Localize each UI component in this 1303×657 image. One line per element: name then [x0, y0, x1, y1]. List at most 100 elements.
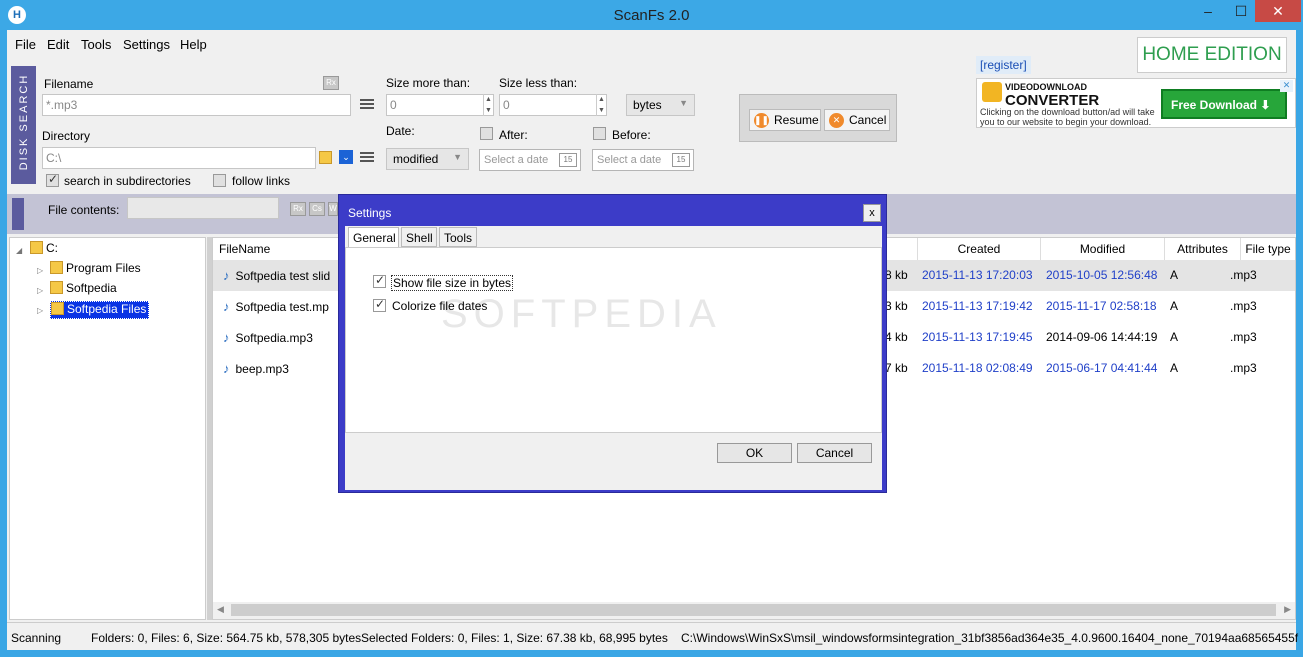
browse-folder-icon[interactable] — [319, 151, 332, 164]
menu-edit[interactable]: Edit — [47, 37, 69, 52]
filename-history-icon[interactable] — [360, 97, 374, 113]
filetype-cell: .mp3 — [1230, 361, 1257, 375]
menu-settings[interactable]: Settings — [123, 37, 170, 52]
filename-regex-button[interactable]: Rx — [323, 76, 339, 90]
calendar-icon[interactable]: 15 — [672, 153, 690, 167]
column-header-filename[interactable]: FileName — [213, 238, 343, 260]
ad-banner[interactable]: VIDEODOWNLOAD CONVERTER Clicking on the d… — [976, 78, 1296, 128]
register-link[interactable]: [register] — [976, 56, 1031, 74]
before-checkbox[interactable] — [593, 127, 606, 140]
calendar-icon[interactable]: 15 — [559, 153, 577, 167]
column-header-filetype[interactable]: File type — [1241, 238, 1295, 260]
filename-input[interactable]: *.mp3 — [42, 94, 351, 116]
scroll-left-icon[interactable]: ◀ — [217, 604, 224, 615]
filename-cell: ♪ Softpedia.mp3 — [223, 330, 313, 345]
minimize-button[interactable]: – — [1193, 0, 1223, 22]
horizontal-scrollbar[interactable]: ◀ ▶ — [213, 602, 1295, 619]
column-header-attributes[interactable]: Attributes — [1165, 238, 1241, 260]
expand-icon[interactable]: ▷ — [37, 286, 43, 295]
tab-tools[interactable]: Tools — [439, 227, 477, 247]
tree-item-label: Softpedia — [66, 281, 117, 295]
tree-item-softpedia-files[interactable]: Softpedia Files — [50, 301, 150, 319]
size-more-input[interactable]: 0 — [386, 94, 494, 116]
maximize-button[interactable]: ☐ — [1226, 0, 1256, 22]
contents-case-button[interactable]: Cs — [309, 202, 325, 216]
audio-file-icon: ♪ — [223, 330, 230, 345]
resume-label: Resume — [774, 113, 819, 127]
date-label: Date: — [386, 124, 415, 138]
cancel-search-button[interactable]: ✕ Cancel — [824, 109, 890, 131]
expand-icon[interactable]: ▷ — [37, 306, 43, 315]
filename-cell: ♪ beep.mp3 — [223, 361, 289, 376]
menu-tools[interactable]: Tools — [81, 37, 111, 52]
resume-button[interactable]: ❚❚ Resume — [749, 109, 821, 131]
settings-dialog: Settings x General Shell Tools SOFTPEDIA… — [338, 194, 887, 493]
contents-word-button[interactable]: W — [328, 202, 338, 216]
directory-dropdown-icon[interactable]: ⌄ — [339, 150, 353, 164]
filename-cell: ♪ Softpedia test slid — [223, 268, 330, 283]
tree-item-label: C: — [46, 241, 58, 255]
attributes-cell: A — [1170, 268, 1179, 282]
menu-file[interactable]: File — [15, 37, 36, 52]
before-date-picker[interactable]: Select a date 15 — [592, 149, 694, 171]
filename-label: Filename — [44, 77, 94, 91]
size-less-spinner[interactable]: ▲ ▼ — [596, 94, 606, 116]
contents-regex-button[interactable]: Rx — [290, 202, 306, 216]
after-date-picker[interactable]: Select a date 15 — [479, 149, 581, 171]
follow-links-checkbox[interactable] — [213, 174, 226, 187]
menu-help[interactable]: Help — [180, 37, 207, 52]
before-label: Before: — [612, 128, 651, 142]
free-download-label: Free Download — [1171, 98, 1258, 112]
cancel-icon: ✕ — [829, 113, 844, 128]
after-checkbox[interactable] — [480, 127, 493, 140]
folder-icon — [30, 241, 43, 254]
dialog-body: General Shell Tools SOFTPEDIA Show file … — [345, 226, 882, 490]
tree-item-softpedia[interactable]: Softpedia — [50, 281, 117, 299]
column-header-modified[interactable]: Modified — [1041, 238, 1165, 260]
action-panel: ❚❚ Resume ✕ Cancel — [739, 94, 897, 142]
search-subdirs-checkbox[interactable] — [46, 172, 59, 187]
audio-file-icon: ♪ — [223, 361, 230, 376]
directory-label: Directory — [42, 129, 91, 143]
colorize-dates-checkbox[interactable] — [373, 297, 386, 312]
collapse-icon[interactable]: ◢ — [16, 246, 22, 255]
date-mode-select[interactable]: modified ▼ — [386, 148, 469, 170]
filetype-cell: .mp3 — [1230, 330, 1257, 344]
status-state: Scanning — [11, 631, 62, 645]
close-button[interactable]: ✕ — [1255, 0, 1301, 22]
column-header-created[interactable]: Created — [917, 238, 1041, 260]
size-less-input[interactable]: 0 — [499, 94, 607, 116]
size-unit-select[interactable]: bytes ▼ — [626, 94, 695, 116]
tab-shell[interactable]: Shell — [401, 227, 437, 247]
directory-input[interactable]: C:\ — [42, 147, 316, 169]
tree-item-root[interactable]: C: — [30, 241, 58, 259]
folder-icon — [50, 281, 63, 294]
size-cell: 3 kb — [885, 299, 908, 313]
directory-history-icon[interactable] — [360, 150, 374, 166]
status-path: C:\Windows\WinSxS\msil_windowsformsinteg… — [681, 631, 1299, 645]
folder-tree: ◢ C: ▷ Program Files ▷ Softpedia ▷ Softp… — [9, 237, 206, 620]
free-download-button[interactable]: Free Download ⬇ — [1161, 89, 1287, 119]
tree-item-label: Softpedia Files — [67, 302, 147, 316]
filetype-cell: .mp3 — [1230, 299, 1257, 313]
tab-general[interactable]: General — [348, 227, 399, 248]
ok-button[interactable]: OK — [717, 443, 792, 463]
cancel-button[interactable]: Cancel — [797, 443, 872, 463]
expand-icon[interactable]: ▷ — [37, 266, 43, 275]
file-contents-input[interactable] — [127, 197, 279, 219]
title-bar[interactable]: H ScanFs 2.0 – ☐ ✕ — [0, 0, 1303, 30]
tree-item-program-files[interactable]: Program Files — [50, 261, 141, 279]
scroll-right-icon[interactable]: ▶ — [1284, 604, 1291, 615]
filename-text: Softpedia test.mp — [235, 300, 329, 314]
download-arrow-icon: ⬇ — [1260, 98, 1271, 112]
dialog-title: Settings — [348, 206, 392, 220]
modified-cell: 2014-09-06 14:44:19 — [1046, 330, 1158, 344]
scrollbar-thumb[interactable] — [231, 604, 1276, 616]
dialog-close-button[interactable]: x — [863, 204, 881, 222]
ad-text: Clicking on the download button/ad will … — [980, 107, 1155, 127]
size-more-spinner[interactable]: ▲ ▼ — [483, 94, 493, 116]
ad-close-icon[interactable]: ✕ — [1280, 80, 1293, 92]
chevron-down-icon: ▼ — [679, 98, 688, 108]
window-title: ScanFs 2.0 — [613, 7, 690, 24]
show-bytes-checkbox[interactable] — [373, 273, 386, 288]
